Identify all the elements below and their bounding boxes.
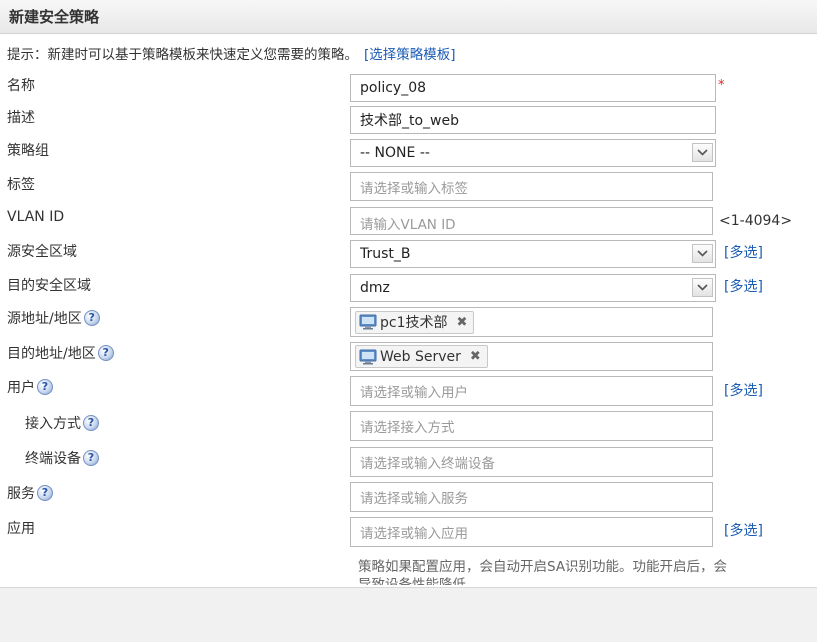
tags-input[interactable]: 请选择或输入标签	[350, 172, 713, 201]
name-input[interactable]: policy_08	[350, 74, 716, 102]
dst-addr-chip: Web Server ✖	[355, 345, 488, 368]
vlan-range-hint: <1-4094>	[719, 213, 793, 229]
select-template-link[interactable]: [选择策略模板]	[364, 47, 456, 63]
dst-zone-multi-link[interactable]: [多选]	[724, 276, 763, 296]
description-label: 描述	[7, 107, 35, 127]
close-icon[interactable]: ✖	[470, 349, 481, 364]
name-label: 名称	[7, 75, 35, 95]
access-mode-label-text: 接入方式	[25, 416, 81, 432]
tags-placeholder: 请选择或输入标签	[360, 181, 468, 197]
description-input[interactable]: 技术部_to_web	[350, 106, 716, 134]
src-addr-chip: pc1技术部 ✖	[355, 310, 475, 334]
computer-icon	[359, 349, 377, 364]
policy-group-label: 策略组	[7, 140, 49, 160]
src-zone-label: 源安全区域	[7, 241, 77, 261]
policy-group-select[interactable]: -- NONE --	[350, 139, 716, 167]
dialog-footer	[0, 587, 817, 642]
src-addr-input[interactable]: pc1技术部 ✖	[350, 307, 713, 337]
service-label: 服务?	[7, 483, 53, 503]
user-label: 用户?	[7, 377, 53, 397]
vlan-id-label: VLAN ID	[7, 209, 64, 225]
chevron-down-icon[interactable]	[692, 143, 713, 162]
hint-line: 提示：新建时可以基于策略模板来快速定义您需要的策略。 [选择策略模板]	[7, 43, 456, 63]
dst-addr-label-text: 目的地址/地区	[7, 346, 96, 362]
dst-zone-label: 目的安全区域	[7, 275, 91, 295]
name-label-text: 名称	[7, 78, 35, 94]
policy-group-label-text: 策略组	[7, 143, 49, 159]
question-circle-icon[interactable]: ?	[83, 450, 99, 466]
name-value: policy_08	[360, 80, 427, 96]
src-zone-select[interactable]: Trust_B	[350, 240, 716, 268]
computer-icon	[359, 314, 377, 330]
terminal-placeholder: 请选择或输入终端设备	[360, 456, 495, 472]
question-circle-icon[interactable]: ?	[83, 310, 100, 326]
user-placeholder: 请选择或输入用户	[360, 385, 468, 401]
question-circle-icon[interactable]: ?	[37, 485, 53, 501]
description-label-text: 描述	[7, 110, 35, 126]
src-zone-label-text: 源安全区域	[7, 244, 77, 260]
access-mode-input[interactable]: 请选择接入方式	[350, 411, 713, 441]
dst-zone-select[interactable]: dmz	[350, 274, 716, 302]
src-addr-label: 源地址/地区?	[7, 308, 100, 328]
question-circle-icon[interactable]: ?	[37, 379, 53, 395]
application-note: 策略如果配置应用，会自动开启SA识别功能。功能开启后，会导致设备性能降低。	[358, 559, 728, 585]
chevron-down-icon[interactable]	[692, 244, 713, 263]
chevron-down-icon[interactable]	[692, 278, 713, 297]
dst-zone-value: dmz	[360, 280, 390, 296]
dst-addr-input[interactable]: Web Server ✖	[350, 342, 713, 371]
application-label: 应用	[7, 518, 35, 538]
service-input[interactable]: 请选择或输入服务	[350, 482, 713, 512]
policy-group-value: -- NONE --	[360, 145, 430, 161]
question-circle-icon[interactable]: ?	[83, 415, 99, 431]
tags-label-text: 标签	[7, 177, 35, 193]
application-multi-link[interactable]: [多选]	[724, 520, 763, 540]
vlan-id-label-text: VLAN ID	[7, 209, 65, 225]
service-placeholder: 请选择或输入服务	[360, 491, 468, 507]
tags-label: 标签	[7, 174, 35, 194]
dialog-title-bar: 新建安全策略	[0, 0, 817, 34]
src-addr-label-text: 源地址/地区	[7, 311, 82, 327]
access-mode-label: 接入方式?	[25, 413, 99, 433]
close-icon[interactable]: ✖	[457, 315, 468, 330]
application-placeholder: 请选择或输入应用	[360, 526, 468, 542]
vlan-id-placeholder: 请输入VLAN ID	[360, 217, 456, 233]
application-label-text: 应用	[7, 521, 35, 537]
src-addr-chip-text: pc1技术部	[380, 315, 448, 331]
dst-zone-label-text: 目的安全区域	[7, 278, 91, 294]
terminal-input[interactable]: 请选择或输入终端设备	[350, 447, 713, 477]
terminal-label: 终端设备?	[25, 448, 99, 468]
user-multi-link[interactable]: [多选]	[724, 380, 763, 400]
application-input[interactable]: 请选择或输入应用	[350, 517, 713, 547]
terminal-label-text: 终端设备	[25, 451, 81, 467]
hint-text: 提示：新建时可以基于策略模板来快速定义您需要的策略。	[7, 47, 358, 63]
required-mark: *	[718, 78, 725, 93]
service-label-text: 服务	[7, 486, 35, 502]
dst-addr-chip-text: Web Server	[380, 348, 461, 365]
user-input[interactable]: 请选择或输入用户	[350, 376, 713, 406]
dst-addr-label: 目的地址/地区?	[7, 343, 114, 363]
user-label-text: 用户	[7, 380, 35, 396]
src-zone-value: Trust_B	[360, 246, 411, 262]
description-value: 技术部_to_web	[360, 113, 460, 129]
question-circle-icon[interactable]: ?	[97, 345, 114, 361]
access-mode-placeholder: 请选择接入方式	[360, 420, 455, 436]
vlan-id-input[interactable]: 请输入VLAN ID	[350, 207, 713, 235]
src-zone-multi-link[interactable]: [多选]	[724, 242, 763, 262]
dialog-title: 新建安全策略	[9, 8, 100, 26]
